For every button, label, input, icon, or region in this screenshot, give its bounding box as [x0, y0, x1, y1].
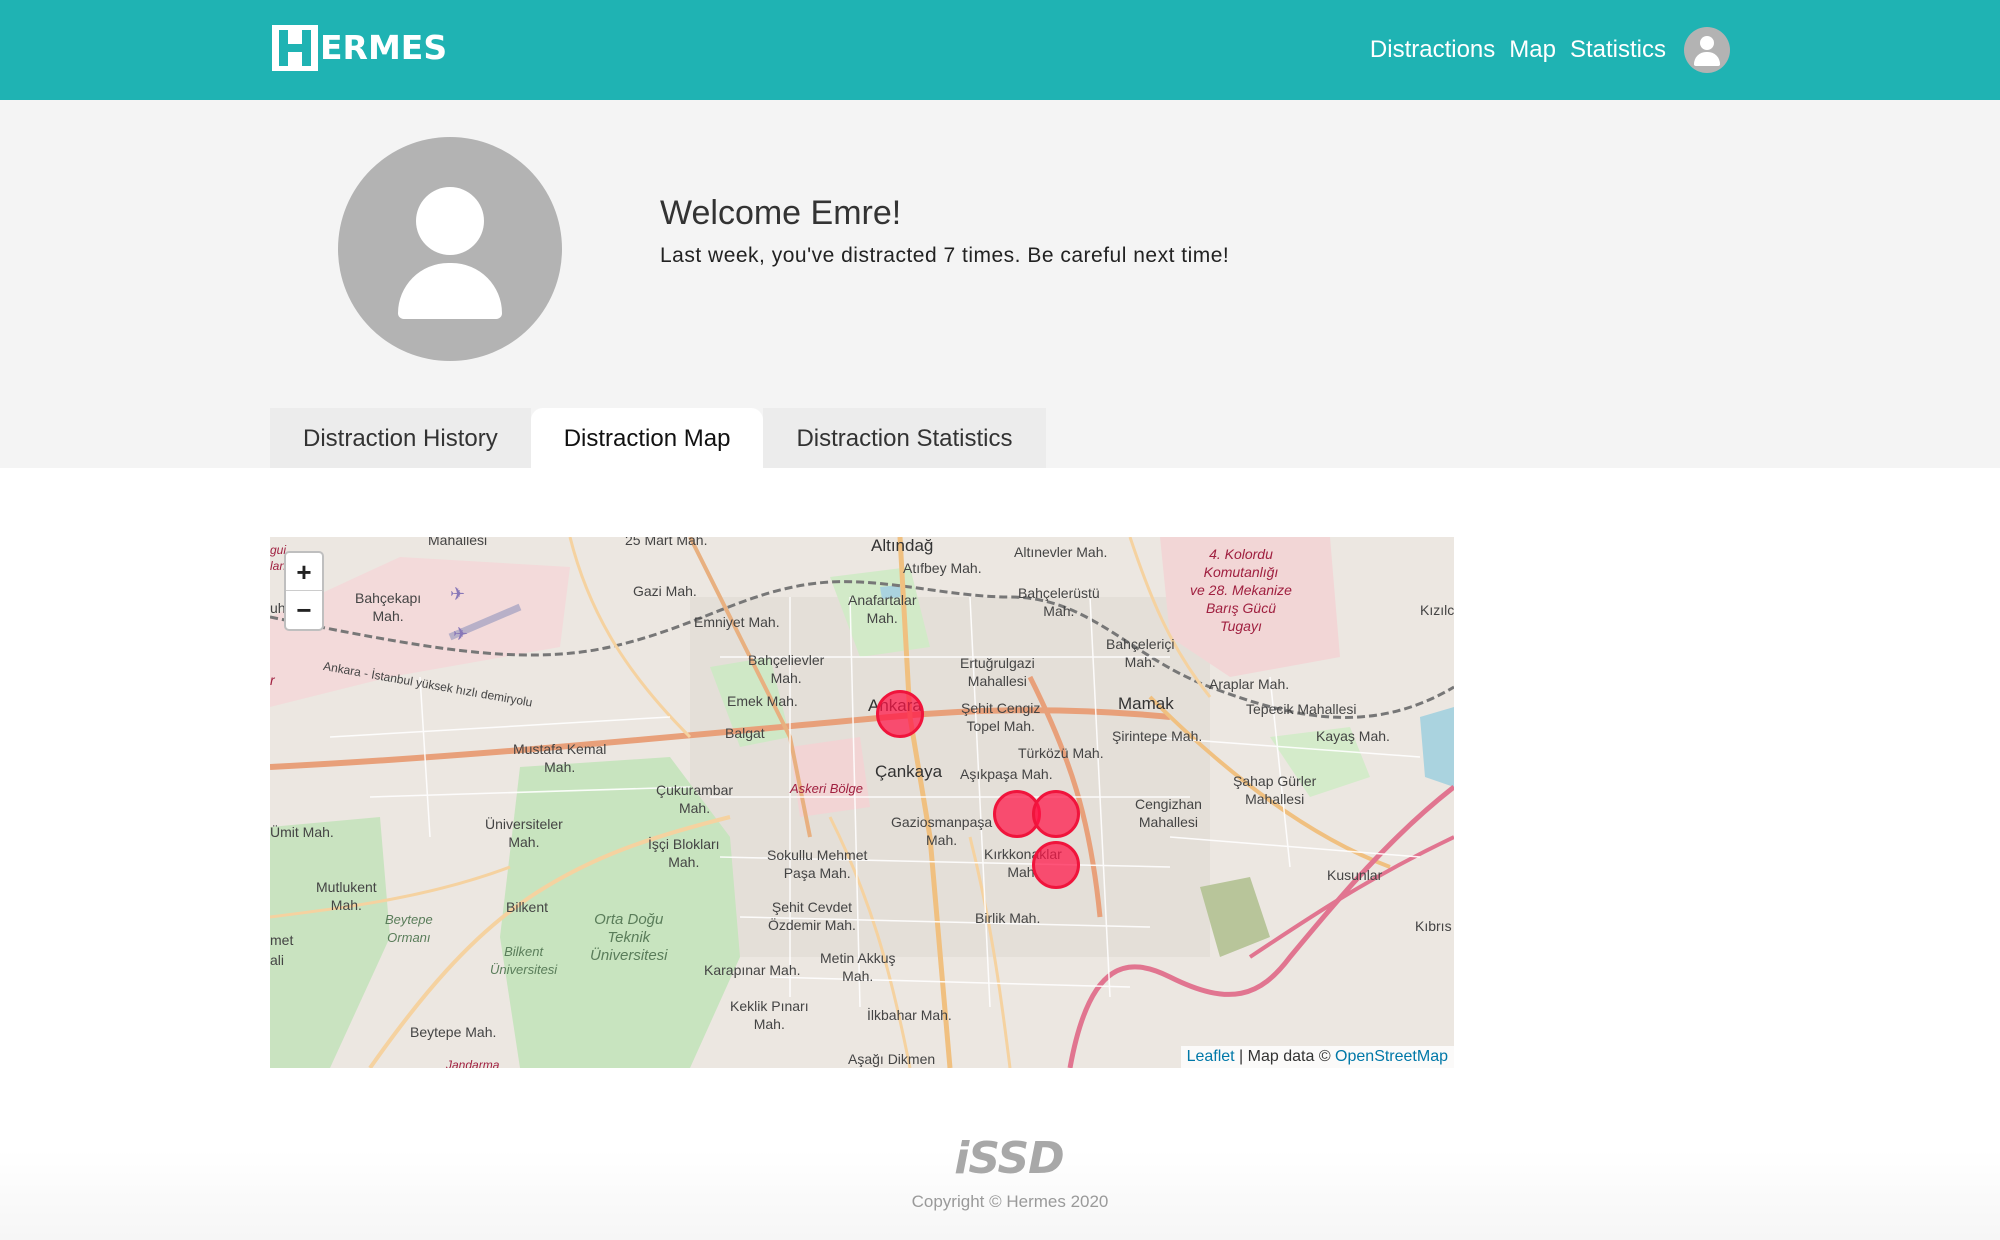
map-label: Bilkent Üniversitesi: [490, 944, 558, 977]
openstreetmap-link[interactable]: OpenStreetMap: [1335, 1048, 1448, 1065]
map-label: Beytepe Ormanı: [385, 912, 433, 945]
map-label: Keklik Pınarı Mah.: [730, 998, 809, 1032]
tab-distraction-map[interactable]: Distraction Map: [530, 408, 764, 468]
profile-header: Welcome Emre! Last week, you've distract…: [0, 100, 2000, 468]
map-label: Gaziosmanpaşa Mah.: [891, 814, 993, 848]
map-label: Şehit Cengiz Topel Mah.: [961, 700, 1041, 734]
map-label: Ümit Mah.: [270, 824, 334, 840]
map-label: İşçi Blokları Mah.: [648, 836, 720, 870]
map-label: Bahçelerüstü Mah.: [1018, 585, 1100, 619]
distraction-marker[interactable]: [876, 690, 924, 738]
map-label: Bahçeleriçi Mah.: [1106, 636, 1175, 670]
map-label: İlkbahar Mah.: [867, 1007, 952, 1023]
user-avatar-icon[interactable]: [1684, 27, 1730, 73]
map-label: Çukurambar Mah.: [656, 782, 734, 816]
map-label: Ertuğrulgazi Mahallesi: [960, 655, 1035, 689]
tab-distraction-statistics[interactable]: Distraction Statistics: [763, 408, 1046, 468]
map-label: Mutlukent Mah.: [316, 879, 377, 913]
profile-tabs: Distraction History Distraction Map Dist…: [270, 408, 1046, 468]
zoom-out-button[interactable]: −: [286, 591, 322, 629]
zoom-control: + −: [284, 551, 324, 631]
map-label: Birlik Mah.: [975, 910, 1041, 926]
map-label: Kıbrıs: [1415, 918, 1452, 934]
map-label: Şirintepe Mah.: [1112, 728, 1203, 744]
map-label: Aşağı Dikmen: [848, 1051, 936, 1067]
map-label: Emniyet Mah.: [694, 614, 780, 630]
map-label: Mustafa Kemal Mah.: [513, 741, 607, 775]
map-label: Mamak: [1118, 694, 1174, 713]
map-label: Tepecik Mahallesi: [1246, 701, 1357, 717]
map-label: Jandarma: [446, 1058, 500, 1068]
map-label: Balgat: [725, 725, 765, 741]
leaflet-link[interactable]: Leaflet: [1187, 1048, 1235, 1065]
map-label: Aşıkpaşa Mah.: [960, 766, 1053, 782]
map-label: Kusunlar: [1327, 867, 1383, 883]
map-label: ali: [270, 952, 285, 968]
map-label: met: [270, 932, 294, 948]
map-label: Şehit Cevdet Özdemir Mah.: [768, 899, 856, 933]
nav-link-map[interactable]: Map: [1509, 36, 1556, 64]
airport-icon: ✈: [453, 624, 469, 644]
map-label: Karapınar Mah.: [704, 962, 801, 978]
map-label: Şahap Gürler Mahallesi: [1233, 773, 1317, 807]
distraction-marker[interactable]: [1032, 841, 1080, 889]
logo-text: ERMES: [320, 28, 448, 67]
top-navbar: ERMES Distractions Map Statistics: [0, 0, 2000, 100]
map-label: Orta Doğu Teknik Üniversitesi: [590, 911, 668, 964]
map-label: 25 Mart Mah.: [625, 537, 708, 548]
distraction-summary: Last week, you've distracted 7 times. Be…: [660, 244, 1230, 267]
attribution-text: | Map data ©: [1234, 1048, 1336, 1065]
distraction-marker[interactable]: [1032, 790, 1080, 838]
zoom-in-button[interactable]: +: [286, 553, 322, 591]
map-label: Kızılc: [1420, 602, 1454, 618]
nav-link-statistics[interactable]: Statistics: [1570, 36, 1666, 64]
map-label: Atıfbey Mah.: [903, 560, 982, 576]
map-label: Bahçekapı Mah.: [355, 590, 422, 624]
map-label: Bahçelievler Mah.: [748, 652, 825, 686]
map-label: Kayaş Mah.: [1316, 728, 1390, 744]
map-label: Altındağ: [871, 537, 934, 555]
airport-icon: ✈: [450, 584, 466, 604]
map-label: Askeri Bölge: [790, 781, 863, 796]
nav-links: Distractions Map Statistics: [1356, 0, 1730, 100]
map-label: Cengizhan Mahallesi: [1135, 796, 1202, 830]
copyright-text: Copyright © Hermes 2020: [911, 1192, 1109, 1211]
map-label: Anafartalar Mah.: [848, 592, 917, 626]
map-label: Emek Mah.: [727, 693, 798, 709]
map-label: Çankaya: [875, 762, 943, 781]
issd-logo: iSSD: [954, 1133, 1064, 1184]
tab-distraction-history[interactable]: Distraction History: [270, 408, 531, 468]
map-attribution: Leaflet | Map data © OpenStreetMap: [1180, 1046, 1454, 1068]
hermes-logo[interactable]: ERMES: [272, 24, 447, 72]
map-label: Gazi Mah.: [633, 583, 697, 599]
map-label: Sokullu Mehmet Paşa Mah.: [767, 847, 868, 881]
map-label: r: [270, 672, 275, 688]
map-label: Bilkent: [506, 899, 549, 915]
nav-link-distractions[interactable]: Distractions: [1370, 36, 1495, 64]
welcome-title: Welcome Emre!: [660, 194, 902, 232]
distraction-map[interactable]: Altındağ Atıfbey Mah. Altınevler Mah. 25…: [270, 537, 1454, 1068]
profile-avatar-icon: [338, 137, 562, 361]
map-label: Araplar Mah.: [1209, 676, 1290, 692]
map-label: Altınevler Mah.: [1014, 544, 1108, 560]
logo-h-icon: [272, 25, 318, 71]
map-label: 4. Kolordu Komutanlığı ve 28. Mekanize B…: [1190, 546, 1292, 634]
map-label: Beytepe Mah.: [410, 1024, 497, 1040]
map-label: Mahallesi: [428, 537, 488, 548]
map-label: Metin Akkuş Mah.: [820, 950, 896, 984]
map-label: Üniversiteler Mah.: [485, 816, 563, 850]
map-label: Türközü Mah.: [1018, 745, 1104, 761]
